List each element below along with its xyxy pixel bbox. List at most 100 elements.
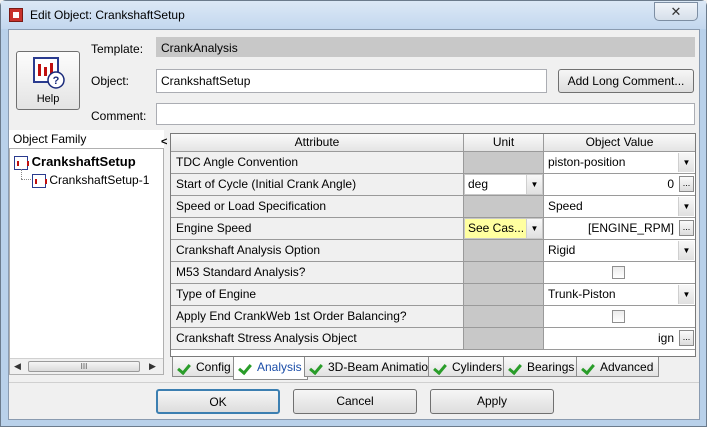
help-button[interactable]: ? Help — [16, 51, 80, 110]
value-dropdown[interactable]: Rigid ▼ — [545, 241, 694, 260]
help-label: Help — [36, 93, 60, 105]
unit-dropdown[interactable]: deg ▼ — [465, 175, 542, 194]
scroll-right-icon[interactable]: ▶ — [149, 361, 156, 372]
app-icon — [9, 8, 23, 22]
value-cell[interactable]: 0 ... — [544, 174, 695, 195]
attribute-grid: Attribute Unit Object Value TDC Angle Co… — [170, 133, 696, 357]
chevron-down-icon[interactable]: ▼ — [678, 197, 694, 216]
window-title: Edit Object: CrankshaftSetup — [30, 8, 185, 22]
tab-config[interactable]: Config — [172, 357, 237, 377]
value-dropdown[interactable]: Speed ▼ — [545, 197, 694, 216]
tab-advanced[interactable]: Advanced — [576, 357, 660, 377]
table-row: Crankshaft Stress Analysis Object ign ..… — [171, 328, 695, 350]
value-dropdown[interactable]: Trunk-Piston ▼ — [545, 285, 694, 304]
tab-cylinders[interactable]: Cylinders — [428, 357, 509, 377]
table-row: TDC Angle Convention piston-position ▼ — [171, 152, 695, 174]
chevron-down-icon[interactable]: ▼ — [526, 219, 542, 238]
value-input[interactable]: ign — [545, 329, 677, 348]
cancel-button[interactable]: Cancel — [293, 389, 417, 414]
value-cell[interactable]: piston-position ▼ — [544, 152, 695, 173]
unit-cell — [464, 196, 544, 217]
value-cell[interactable]: [ENGINE_RPM] ... — [544, 218, 695, 239]
unit-cell[interactable]: deg ▼ — [464, 174, 544, 195]
tree-item-label: CrankshaftSetup — [31, 154, 136, 169]
attribute-cell: Apply End CrankWeb 1st Order Balancing? — [171, 306, 464, 327]
footer-divider — [9, 382, 699, 383]
chevron-down-icon[interactable]: ▼ — [678, 285, 694, 304]
scroll-left-icon[interactable]: ◀ — [14, 361, 21, 372]
attribute-cell: Type of Engine — [171, 284, 464, 305]
unit-cell — [464, 262, 544, 283]
tree-item-root[interactable]: CrankshaftSetup — [14, 154, 136, 170]
crankweb-balancing-checkbox[interactable] — [612, 310, 625, 323]
comment-input[interactable] — [156, 103, 695, 125]
object-name-input[interactable]: CrankshaftSetup — [156, 69, 547, 93]
table-row: Apply End CrankWeb 1st Order Balancing? — [171, 306, 695, 328]
tab-label: Advanced — [600, 360, 654, 374]
apply-button[interactable]: Apply — [430, 389, 554, 414]
tab-3d-beam-animation[interactable]: 3D-Beam Animation — [304, 357, 441, 377]
unit-dropdown[interactable]: See Cas... ▼ — [465, 219, 542, 238]
tree-item-label: CrankshaftSetup-1 — [49, 173, 150, 187]
chevron-down-icon[interactable]: ▼ — [526, 175, 542, 194]
close-button[interactable]: ✕ — [654, 2, 698, 21]
tab-label: Cylinders — [452, 360, 503, 374]
checkmark-icon — [510, 362, 522, 371]
scroll-thumb[interactable]: III — [28, 361, 140, 372]
template-field: CrankAnalysis — [156, 37, 695, 57]
horizontal-scrollbar[interactable]: ◀ III ▶ — [10, 358, 163, 374]
value-cell[interactable]: ign ... — [544, 328, 695, 349]
value-input[interactable]: [ENGINE_RPM] — [545, 219, 677, 238]
svg-text:?: ? — [53, 75, 60, 87]
attribute-cell: Start of Cycle (Initial Crank Angle) — [171, 174, 464, 195]
tab-bearings[interactable]: Bearings — [503, 357, 581, 377]
ok-button[interactable]: OK — [156, 389, 280, 414]
attribute-cell: M53 Standard Analysis? — [171, 262, 464, 283]
unit-cell — [464, 284, 544, 305]
unit-cell — [464, 328, 544, 349]
table-row: Start of Cycle (Initial Crank Angle) deg… — [171, 174, 695, 196]
unit-cell — [464, 152, 544, 173]
tab-label: 3D-Beam Animation — [328, 360, 435, 374]
value-cell[interactable]: Rigid ▼ — [544, 240, 695, 261]
value-input[interactable]: 0 — [545, 175, 677, 194]
column-header-unit: Unit — [464, 134, 544, 152]
table-row: Engine Speed See Cas... ▼ [ENGINE_RPM] ..… — [171, 218, 695, 240]
unit-cell[interactable]: See Cas... ▼ — [464, 218, 544, 239]
dropdown-value: piston-position — [548, 155, 626, 169]
m53-analysis-checkbox[interactable] — [612, 266, 625, 279]
tab-label: Bearings — [527, 360, 575, 374]
tab-label: Analysis — [257, 360, 302, 374]
collapse-panel-icon[interactable]: < — [161, 136, 167, 148]
table-row: Type of Engine Trunk-Piston ▼ — [171, 284, 695, 306]
ellipsis-button[interactable]: ... — [679, 330, 694, 346]
value-cell[interactable] — [544, 262, 695, 283]
ellipsis-button[interactable]: ... — [679, 176, 694, 192]
tab-analysis[interactable]: Analysis — [233, 357, 308, 380]
column-header-value: Object Value — [544, 134, 695, 152]
unit-cell — [464, 240, 544, 261]
tree-item-child[interactable]: CrankshaftSetup-1 — [32, 173, 149, 188]
attribute-cell: TDC Angle Convention — [171, 152, 464, 173]
value-cell[interactable] — [544, 306, 695, 327]
attribute-cell: Crankshaft Analysis Option — [171, 240, 464, 261]
attribute-cell: Speed or Load Specification — [171, 196, 464, 217]
chevron-down-icon[interactable]: ▼ — [678, 153, 694, 172]
object-icon — [14, 155, 29, 170]
title-bar[interactable]: Edit Object: CrankshaftSetup ✕ — [1, 1, 706, 29]
unit-cell — [464, 306, 544, 327]
template-label: Template: — [91, 42, 144, 56]
dialog-body: ? Help Template: CrankAnalysis Object: C… — [8, 29, 700, 420]
add-long-comment-button[interactable]: Add Long Comment... — [558, 69, 694, 93]
ellipsis-button[interactable]: ... — [679, 220, 694, 236]
value-cell[interactable]: Trunk-Piston ▼ — [544, 284, 695, 305]
checkmark-icon — [179, 362, 191, 371]
checkmark-icon — [583, 362, 595, 371]
chevron-down-icon[interactable]: ▼ — [678, 241, 694, 260]
table-row: Crankshaft Analysis Option Rigid ▼ — [171, 240, 695, 262]
value-dropdown[interactable]: piston-position ▼ — [545, 153, 694, 172]
object-label: Object: — [91, 74, 130, 88]
value-cell[interactable]: Speed ▼ — [544, 196, 695, 217]
dropdown-value: Rigid — [548, 243, 576, 257]
checkmark-icon — [240, 362, 252, 371]
